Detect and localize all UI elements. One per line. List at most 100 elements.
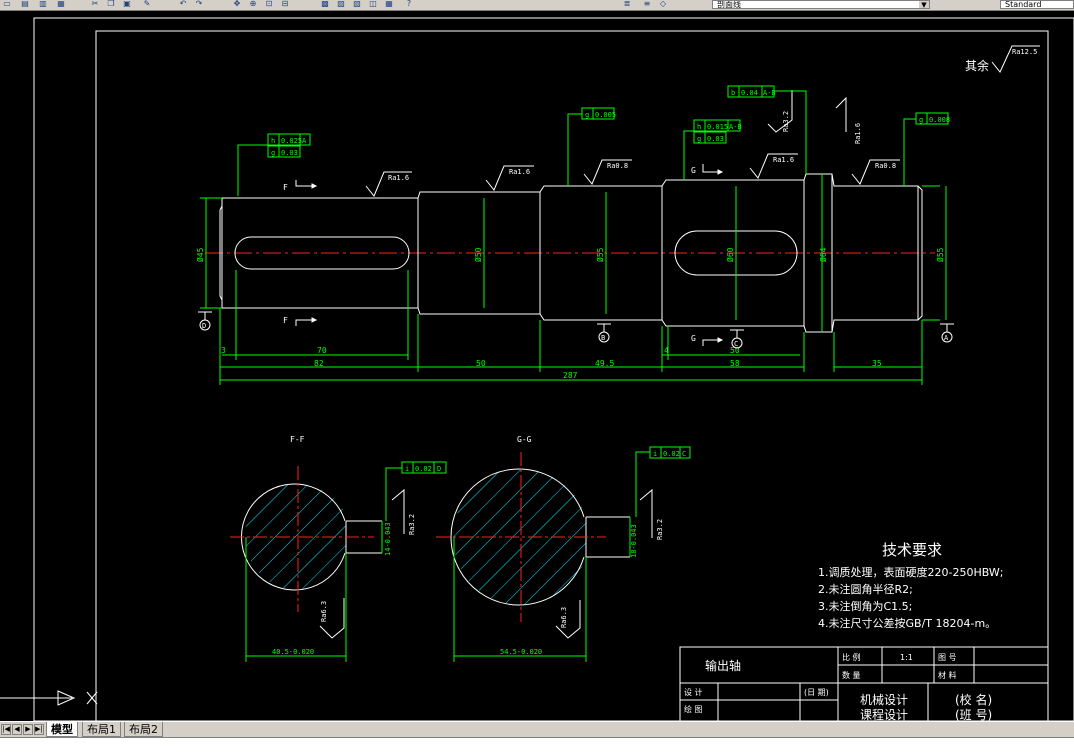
course-line1: 机械设计 bbox=[860, 692, 908, 707]
save-icon[interactable]: ▤ bbox=[18, 0, 32, 9]
ra-6: Ra3.2 bbox=[782, 111, 790, 132]
class-no: (班 号) bbox=[955, 708, 992, 721]
gdt-text: h 0.025 A g 0.03 g 0.005 h 0.015 A-B g 0… bbox=[271, 89, 950, 157]
pan-icon[interactable]: ✥ bbox=[230, 0, 244, 9]
mark-g-bot: G bbox=[691, 334, 696, 343]
dim-d-right: Ø55 bbox=[935, 247, 945, 262]
section-gg: G-G 54.5-0.020 18-0.043 i 0.02 C Ra3.2 R… bbox=[436, 435, 691, 662]
dim-key1: 70 bbox=[317, 346, 327, 355]
tech-title: 技术要求 bbox=[882, 541, 942, 559]
redo-icon[interactable]: ↷ bbox=[192, 0, 206, 9]
title-block: 输出轴 比 例 1:1 图 号 数 量 材 料 设 计 绘 图 (日 期) 机械… bbox=[679, 646, 1049, 721]
gdt-5-sym: g bbox=[697, 135, 701, 143]
roughness-prefix: 其余 bbox=[965, 58, 989, 73]
prev-tab-button[interactable]: ◀ bbox=[12, 724, 22, 735]
chevron-down-icon[interactable]: ▼ bbox=[919, 1, 929, 8]
first-tab-button[interactable]: |◀ bbox=[1, 724, 11, 735]
ra-3: Ra0.8 bbox=[607, 162, 628, 170]
command-line[interactable] bbox=[0, 737, 1074, 752]
ff-depth: 14-0.043 bbox=[384, 522, 392, 556]
undo-icon[interactable]: ↶ bbox=[176, 0, 190, 9]
matchprop-icon[interactable]: ✎ bbox=[140, 0, 154, 9]
paste-icon[interactable]: ▣ bbox=[120, 0, 134, 9]
gg-gdt-tol: 0.02 bbox=[663, 450, 680, 458]
datum-d: D bbox=[202, 322, 206, 330]
layer-prev-icon[interactable]: ◇ bbox=[656, 0, 670, 9]
print-icon[interactable]: ▥ bbox=[36, 0, 50, 9]
last-tab-button[interactable]: ▶| bbox=[34, 724, 44, 735]
properties-icon[interactable]: ▩ bbox=[318, 0, 332, 9]
section-gg-title: G-G bbox=[517, 435, 532, 444]
tab-layout2[interactable]: 布局2 bbox=[124, 722, 163, 737]
design-label: 设 计 bbox=[684, 687, 703, 697]
text-style-dropdown[interactable]: Standard bbox=[1000, 0, 1074, 9]
datum-letters: D B C A bbox=[202, 322, 949, 348]
material-label: 材 料 bbox=[938, 670, 957, 680]
dim-d-left: Ø45 bbox=[195, 247, 205, 262]
gdt-1-ref: A bbox=[302, 137, 307, 145]
layer-manager-icon[interactable]: ≣ bbox=[620, 0, 634, 9]
gdt-2-sym: g bbox=[271, 149, 275, 157]
designcenter-icon[interactable]: ▨ bbox=[334, 0, 348, 9]
cut-icon[interactable]: ✂ bbox=[88, 0, 102, 9]
dim-d-collar: Ø64 bbox=[818, 247, 828, 262]
ff-gdt-tol: 0.02 bbox=[415, 465, 432, 473]
sheet-outer-border bbox=[33, 17, 1074, 721]
preview-icon[interactable]: ▦ bbox=[54, 0, 68, 9]
zoom-realtime-icon[interactable]: ⊕ bbox=[246, 0, 260, 9]
ra-2: Ra1.6 bbox=[509, 168, 530, 176]
gg-depth: 18-0.043 bbox=[630, 524, 638, 558]
dim-seg5: 35 bbox=[872, 359, 882, 368]
roughness-value: Ra12.5 bbox=[1012, 48, 1037, 56]
mark-g-top: G bbox=[691, 166, 696, 175]
gdt-7-sym: g bbox=[919, 116, 923, 124]
ra-5: Ra0.8 bbox=[875, 162, 896, 170]
dim-d-bear1: Ø55 bbox=[595, 247, 605, 262]
zoom-previous-icon[interactable]: ⊟ bbox=[278, 0, 292, 9]
section-marks bbox=[295, 164, 724, 346]
help-icon[interactable]: ? bbox=[402, 0, 416, 9]
layer-dropdown[interactable]: 剖面线 ▼ bbox=[712, 0, 930, 9]
zoom-window-icon[interactable]: ⊡ bbox=[262, 0, 276, 9]
tab-layout1[interactable]: 布局1 bbox=[82, 722, 121, 737]
tech-item-4: 4.未注尺寸公差按GB/T 18204-m。 bbox=[818, 616, 996, 630]
gdt-1-sym: h bbox=[271, 137, 275, 145]
ra-4: Ra1.6 bbox=[773, 156, 794, 164]
dim-seg1: 82 bbox=[314, 359, 324, 368]
gdt-4-sym: h bbox=[697, 123, 701, 131]
draw-label: 绘 图 bbox=[684, 704, 703, 714]
section-ff-title: F-F bbox=[290, 435, 305, 444]
markup-icon[interactable]: ◫ bbox=[366, 0, 380, 9]
ra-7: Ra1.6 bbox=[854, 123, 862, 144]
copy-icon[interactable]: ❐ bbox=[104, 0, 118, 9]
drawing-canvas[interactable]: 其余 Ra12.5 3 70 82 50 49.5 4 50 58 35 287… bbox=[0, 10, 1074, 721]
tab-model[interactable]: 模型 bbox=[46, 722, 78, 737]
ff-ra-bot: Ra6.3 bbox=[320, 601, 328, 622]
datum-a: A bbox=[944, 334, 949, 342]
scale-label: 比 例 bbox=[842, 652, 861, 662]
mark-f-bot: F bbox=[283, 316, 288, 325]
datum-symbols bbox=[198, 311, 954, 349]
gg-gdt-ref: C bbox=[682, 450, 686, 458]
layer-state-icon[interactable]: ≡ bbox=[640, 0, 654, 9]
gdt-6-ref: A-B bbox=[763, 89, 776, 97]
gdt-1-tol: 0.025 bbox=[281, 137, 302, 145]
toolpalette-icon[interactable]: ▧ bbox=[350, 0, 364, 9]
section-mark-letters: F F G G bbox=[283, 166, 696, 343]
open-icon[interactable]: ▭ bbox=[0, 0, 14, 9]
dim-d-gear: Ø60 bbox=[725, 247, 735, 262]
calculator-icon[interactable]: ▦ bbox=[382, 0, 396, 9]
next-tab-button[interactable]: ▶ bbox=[23, 724, 33, 735]
gdt-3-sym: g bbox=[585, 111, 589, 119]
layout-tabs: |◀ ◀ ▶ ▶| 模型 布局1 布局2 bbox=[0, 721, 1074, 738]
tech-item-2: 2.未注圆角半径R2; bbox=[818, 582, 913, 596]
gdt-2-tol: 0.03 bbox=[281, 149, 298, 157]
tech-item-1: 1.调质处理，表面硬度220-250HBW; bbox=[818, 565, 1003, 579]
gdt-4-tol: 0.015 bbox=[707, 123, 728, 131]
ra-1: Ra1.6 bbox=[388, 174, 409, 182]
shaft-dimensions bbox=[200, 174, 947, 385]
qty-label: 数 量 bbox=[842, 670, 861, 680]
gdt-6-tol: 0.04 bbox=[741, 89, 758, 97]
ff-width: 40.5-0.020 bbox=[272, 648, 314, 656]
dim-total: 287 bbox=[563, 371, 578, 380]
